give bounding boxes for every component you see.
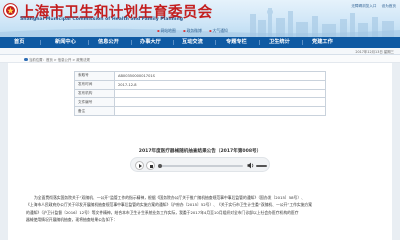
- header-quick-links: 网站地图 政务微博 大气通知: [157, 28, 234, 34]
- site-subtitle: Shanghai Municipal Commission of Health …: [20, 17, 183, 22]
- nav-divider: [215, 40, 216, 45]
- nav-divider: [40, 40, 41, 45]
- table-row: 备注: [74, 106, 326, 116]
- volume-icon[interactable]: [247, 162, 255, 169]
- article-body: 为全面贯彻落实国务院关于“双随机、一公开”监管工作的指示精神，根据《国务院办公厅…: [26, 194, 378, 224]
- document-metadata-table: 索取号 AB0035000001701S 发布时间 2017-12-8 发布机构…: [74, 71, 326, 116]
- nav-item-health-statistics[interactable]: 卫生统计: [269, 37, 290, 48]
- site-header: 上海市卫生和计划生育委员会 Shanghai Municipal Commiss…: [0, 0, 400, 37]
- current-date: 2017年12月13日 星期三: [355, 50, 394, 54]
- info-bar: 2017年12月13日 星期三: [0, 48, 400, 55]
- meta-key: 索取号: [74, 71, 115, 81]
- nav-divider: [259, 40, 260, 45]
- nav-divider: [88, 40, 89, 45]
- weibo-link[interactable]: 政务微博: [183, 28, 202, 33]
- nav-item-special-topics[interactable]: 专题专栏: [226, 37, 247, 48]
- body-line: 《上海市人民政府办公厅关于印发开展随机抽查规范事中事后监管的实施方案的通知》（沪…: [26, 202, 313, 208]
- body-line: 器械使用情况开展随机抽查，现将抽查结果公告如下：: [26, 217, 118, 223]
- meta-value: [114, 106, 326, 116]
- table-row: 发布时间 2017-12-8: [74, 79, 326, 90]
- sitemap-link[interactable]: 网站地图: [157, 28, 176, 33]
- article-panel: 索取号 AB0035000001701S 发布时间 2017-12-8 发布机构…: [8, 63, 392, 240]
- nav-divider: [131, 40, 132, 45]
- nav-item-party-building[interactable]: 党建工作: [312, 37, 333, 48]
- stop-button[interactable]: [146, 161, 155, 170]
- document-title: 2017年度医疗器械随机抽查结果公告（2017年第008号）: [138, 149, 262, 154]
- table-row: 文件编号: [74, 97, 326, 108]
- set-homepage-link[interactable]: 设为首页: [382, 4, 396, 8]
- play-button[interactable]: [135, 161, 144, 170]
- body-line: 为全面贯彻落实国务院关于“双随机、一公开”监管工作的指示精神，根据《国务院办公厅…: [34, 195, 305, 200]
- commission-logo[interactable]: [3, 3, 18, 18]
- volume-slider[interactable]: [256, 165, 267, 167]
- audio-player: [130, 157, 270, 172]
- nav-item-service-hall[interactable]: 办事大厅: [140, 37, 161, 48]
- air-notice-link[interactable]: 大气通知: [209, 28, 228, 33]
- location-icon: [24, 57, 28, 61]
- accessibility-link[interactable]: 无障碍浏览入口: [351, 4, 376, 8]
- meta-key: 发布时间: [74, 79, 115, 90]
- nav-item-news[interactable]: 新闻中心: [55, 37, 76, 48]
- table-row: 发布机构: [74, 88, 326, 99]
- body-line: 的通知》（沪卫计监督〔2016〕12号）等文件精神，结合本市卫生计生系统业务工作…: [26, 209, 299, 215]
- meta-key: 备注: [74, 106, 115, 116]
- main-navigation: 首页 新闻中心 信息公开 办事大厅 互动交流 专题专栏 卫生统计 党建工作: [0, 37, 400, 48]
- meta-value: 2017-12-8: [114, 79, 326, 90]
- nav-item-info-disclosure[interactable]: 信息公开: [98, 37, 119, 48]
- breadcrumb-text[interactable]: 当前位置：首页 > 信息公开 > 政策法规: [29, 58, 90, 62]
- table-row: 索取号 AB0035000001701S: [74, 71, 326, 81]
- meta-value: [114, 88, 326, 99]
- breadcrumb: 当前位置：首页 > 信息公开 > 政策法规: [24, 57, 90, 62]
- nav-item-home[interactable]: 首页: [14, 37, 24, 48]
- meta-value: [114, 97, 326, 108]
- meta-key: 文件编号: [74, 97, 115, 108]
- meta-key: 发布机构: [74, 88, 115, 99]
- meta-value: AB0035000001701S: [114, 71, 326, 81]
- top-utility-links: 无障碍浏览入口 设为首页: [347, 4, 396, 9]
- nav-divider: [173, 40, 174, 45]
- progress-knob[interactable]: [158, 163, 163, 168]
- nav-item-interaction[interactable]: 互动交流: [182, 37, 203, 48]
- breadcrumb-bar: 当前位置：首页 > 信息公开 > 政策法规: [0, 55, 400, 63]
- nav-divider: [302, 40, 303, 45]
- progress-track[interactable]: [159, 165, 243, 167]
